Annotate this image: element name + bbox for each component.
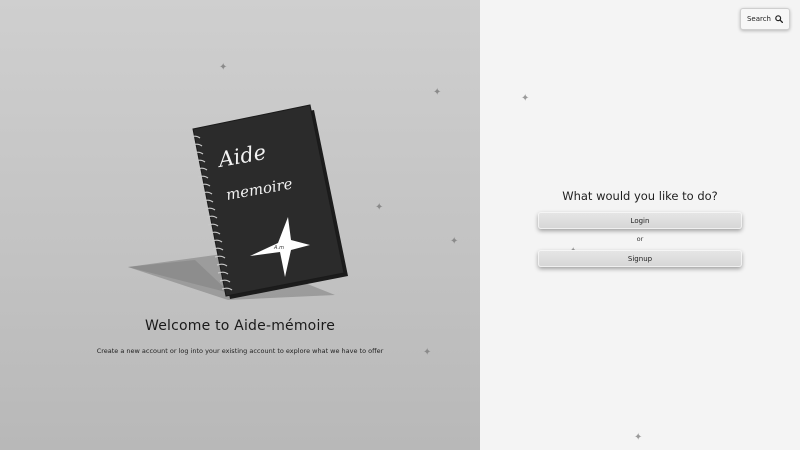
action-panel: ✦ ✦ ✦ Search What would you like to do? …	[480, 0, 800, 450]
search-button[interactable]: Search	[739, 8, 790, 30]
search-icon	[775, 15, 783, 23]
welcome-title: Welcome to Aide-mémoire	[144, 318, 336, 334]
sparkle-icon: ✦	[375, 202, 384, 213]
or-separator: or	[636, 235, 644, 243]
sparkle-icon: ✦	[521, 93, 530, 104]
signup-button[interactable]: Signup	[538, 250, 742, 267]
sparkle-icon: ✦	[634, 432, 643, 443]
sparkle-icon: ✦	[433, 87, 442, 98]
welcome-panel: ✦ ✦ ✦ ✦ ✦ Aide memoire A.m Welcome to Ai…	[0, 0, 480, 450]
search-label: Search	[746, 15, 771, 23]
login-button[interactable]: Login	[538, 212, 742, 229]
login-label: Login	[630, 216, 650, 225]
signup-label: Signup	[627, 254, 653, 263]
star-label: A.m	[273, 245, 284, 251]
notebook-illustration: Aide memoire A.m	[128, 104, 348, 300]
sparkle-icon: ✦	[450, 236, 459, 247]
action-question: What would you like to do?	[562, 189, 718, 203]
welcome-subtitle: Create a new account or log into your ex…	[96, 347, 384, 355]
page: ✦ ✦ ✦ ✦ ✦ Aide memoire A.m Welcome to Ai…	[0, 0, 800, 450]
sparkle-icon: ✦	[219, 62, 228, 73]
